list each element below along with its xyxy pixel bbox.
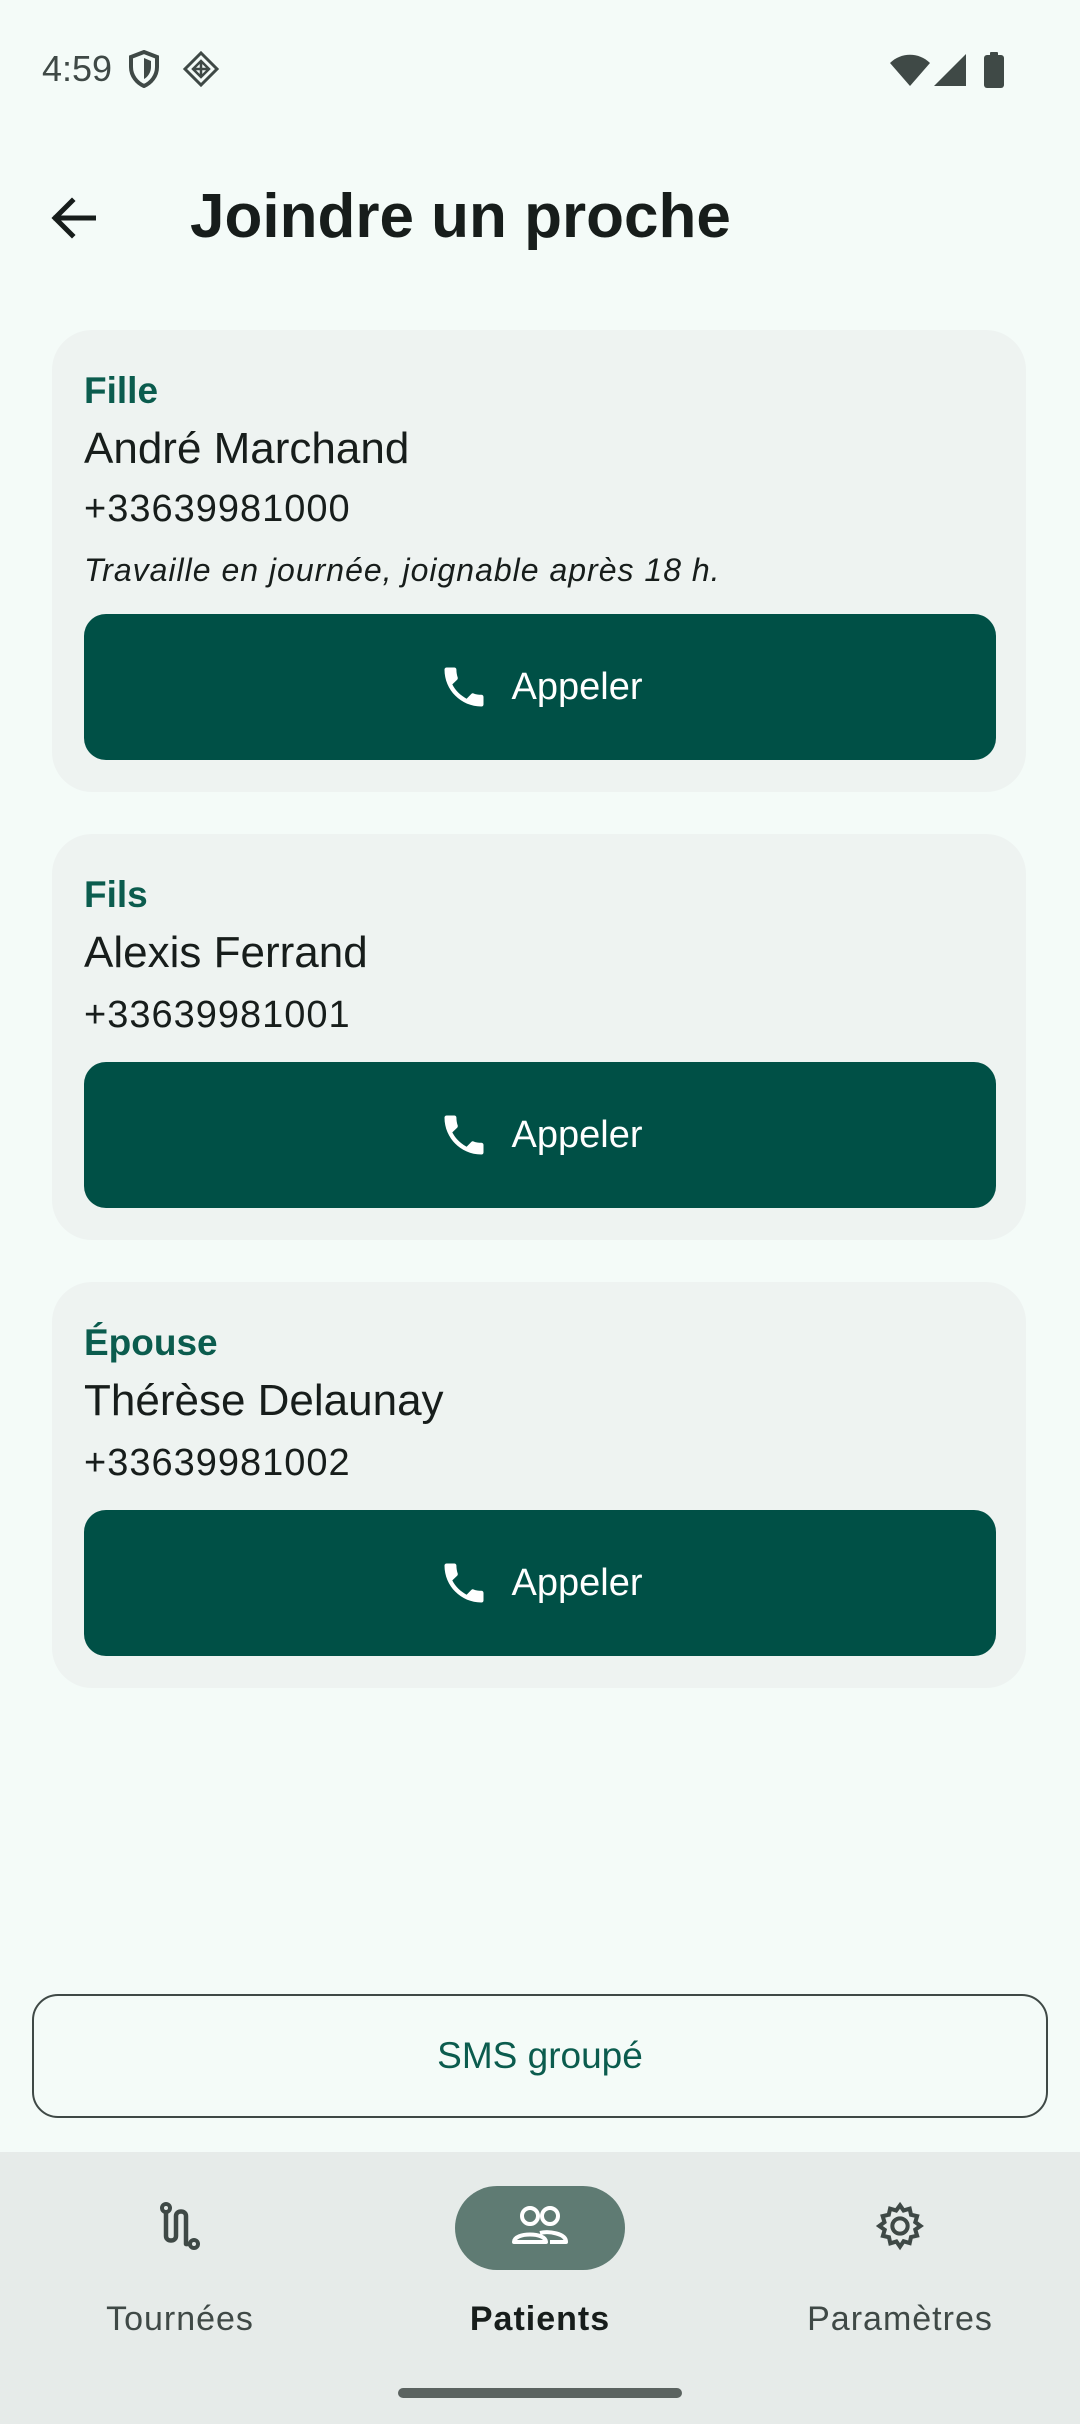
- nav-pill: [95, 2186, 265, 2270]
- contact-card: Épouse Thérèse Delaunay +33639981002 App…: [52, 1282, 1026, 1688]
- status-bar: 4:59: [0, 0, 1080, 140]
- nav-label: Patients: [469, 2300, 611, 2338]
- call-button-label: Appeler: [511, 1561, 643, 1604]
- status-time: 4:59: [42, 48, 113, 89]
- battery-icon: [984, 52, 1004, 88]
- top-app-bar: Joindre un proche: [0, 150, 1080, 282]
- contact-name: André Marchand: [84, 424, 410, 473]
- bottom-navigation: Tournées Patients Paramètres: [0, 2152, 1080, 2424]
- gear-icon: [873, 2199, 927, 2258]
- contact-name: Thérèse Delaunay: [84, 1376, 444, 1425]
- contact-name: Alexis Ferrand: [84, 928, 368, 977]
- call-button[interactable]: Appeler: [84, 614, 996, 760]
- nav-pill: [815, 2186, 985, 2270]
- people-icon: [510, 2204, 570, 2253]
- phone-icon: [438, 661, 490, 713]
- call-button[interactable]: Appeler: [84, 1510, 996, 1656]
- nav-label: Paramètres: [807, 2300, 993, 2338]
- phone-icon: [438, 1109, 490, 1161]
- contact-phone: +33639981002: [84, 1442, 351, 1484]
- contact-note: Travaille en journée, joignable après 18…: [84, 552, 721, 588]
- wifi-icon: [890, 54, 930, 86]
- route-icon: [154, 2200, 206, 2257]
- app-notification-icon: [182, 50, 220, 88]
- arrow-back-icon: [50, 195, 97, 246]
- contact-relation: Fils: [84, 874, 148, 915]
- nav-item-patients[interactable]: Patients: [360, 2152, 720, 2372]
- back-button[interactable]: [30, 177, 116, 263]
- signal-icon: [934, 54, 966, 86]
- shield-icon: [128, 50, 160, 88]
- nav-item-parametres[interactable]: Paramètres: [720, 2152, 1080, 2372]
- nav-item-tournees[interactable]: Tournées: [0, 2152, 360, 2372]
- contact-phone: +33639981000: [84, 488, 351, 530]
- contact-phone: +33639981001: [84, 994, 351, 1036]
- call-button-label: Appeler: [511, 1113, 643, 1156]
- page-title: Joindre un proche: [190, 182, 731, 251]
- sms-group-button-label: SMS groupé: [437, 2035, 643, 2076]
- call-button-label: Appeler: [511, 665, 643, 708]
- contact-relation: Épouse: [84, 1322, 218, 1363]
- phone-icon: [438, 1557, 490, 1609]
- home-indicator[interactable]: [398, 2388, 682, 2398]
- sms-group-button[interactable]: SMS groupé: [32, 1994, 1048, 2118]
- nav-label: Tournées: [106, 2300, 254, 2338]
- contact-card: Fils Alexis Ferrand +33639981001 Appeler: [52, 834, 1026, 1240]
- call-button[interactable]: Appeler: [84, 1062, 996, 1208]
- contact-card: Fille André Marchand +33639981000 Travai…: [52, 330, 1026, 792]
- nav-pill-active: [455, 2186, 625, 2270]
- contact-relation: Fille: [84, 370, 159, 411]
- screen: 4:59 Joindre un proche Fille André March…: [0, 0, 1080, 2424]
